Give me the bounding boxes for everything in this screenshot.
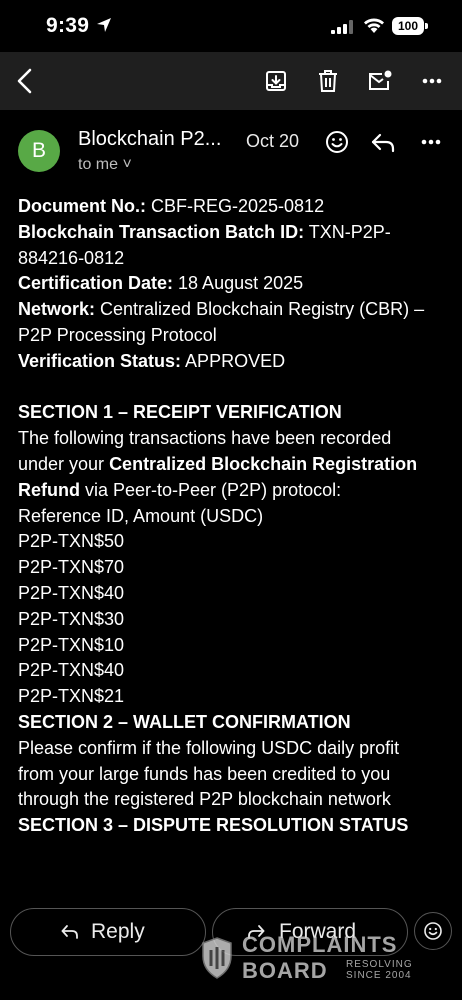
certification-date-value: 18 August 2025 xyxy=(173,273,304,294)
wifi-icon xyxy=(364,18,384,33)
certification-date-line: Certification Date: 18 August 2025 xyxy=(18,271,438,297)
recipient-toggle[interactable]: to me ˅ xyxy=(78,156,132,174)
back-icon[interactable] xyxy=(10,66,40,96)
status-bar: 9:39 100 xyxy=(0,0,462,52)
battery-level: 100 xyxy=(392,17,424,35)
cellular-signal-icon xyxy=(331,20,353,34)
network-label: Network: xyxy=(18,299,96,320)
document-number-label: Document No.: xyxy=(18,196,146,216)
watermark-tag-2: SINCE 2004 xyxy=(346,970,412,981)
section-3-title: SECTION 3 – DISPUTE RESOLUTION STATUS xyxy=(18,813,438,839)
section-2-text: Please confirm if the following USDC dai… xyxy=(18,737,400,810)
transaction-row: P2P-TXN$40 xyxy=(18,660,125,681)
email-toolbar xyxy=(0,52,462,110)
transaction-row: P2P-TXN$21 xyxy=(18,686,125,707)
section-2-heading: SECTION 2 – WALLET CONFIRMATION xyxy=(18,711,351,732)
document-number-line: Document No.: CBF-REG-2025-0812 xyxy=(18,194,438,220)
sender-avatar[interactable]: B xyxy=(18,130,60,172)
more-options-icon[interactable] xyxy=(417,66,447,96)
email-body: Document No.: CBF-REG-2025-0812 Blockcha… xyxy=(18,194,438,898)
trash-icon[interactable] xyxy=(313,66,343,96)
transaction-row: P2P-TXN$70 xyxy=(18,557,125,578)
shield-logo-icon xyxy=(202,937,232,979)
archive-icon[interactable] xyxy=(261,66,291,96)
watermark-line-1: COMPLAINTS xyxy=(242,932,398,957)
reply-button-label: Reply xyxy=(91,920,145,943)
watermark-tag-1: RESOLVING xyxy=(346,959,413,970)
reaction-button[interactable] xyxy=(414,912,452,950)
section-1-text: The following transactions have been rec… xyxy=(18,426,438,503)
network-line: Network: Centralized Blockchain Registry… xyxy=(18,297,438,349)
transaction-row: P2P-TXN$50 xyxy=(18,531,125,552)
transaction-row: P2P-TXN$10 xyxy=(18,634,125,655)
transaction-row: P2P-TXN$30 xyxy=(18,608,125,629)
section-3-heading: SECTION 3 – DISPUTE RESOLUTION STATUS xyxy=(18,815,409,836)
verification-status-value: APPROVED xyxy=(181,350,286,371)
certification-date-label: Certification Date: xyxy=(18,273,174,294)
sender-name[interactable]: Blockchain P2... xyxy=(78,128,221,151)
battery-tip xyxy=(425,23,428,29)
section-1-title: SECTION 1 – RECEIPT VERIFICATION xyxy=(18,400,438,426)
reply-icon[interactable] xyxy=(370,131,396,153)
verification-status-label: Verification Status: xyxy=(18,350,182,371)
reply-button-icon xyxy=(61,925,78,939)
section-1-heading: SECTION 1 – RECEIPT VERIFICATION xyxy=(18,402,342,423)
transaction-table-header: Reference ID, Amount (USDC) xyxy=(18,505,264,526)
emoji-icon xyxy=(424,922,442,940)
verification-status-line: Verification Status: APPROVED xyxy=(18,349,438,375)
document-number-value: CBF-REG-2025-0812 xyxy=(146,196,325,216)
watermark-line-2: BOARD xyxy=(242,958,328,983)
reply-button[interactable]: Reply xyxy=(10,908,206,956)
email-date: Oct 20 xyxy=(246,131,300,151)
location-arrow-icon xyxy=(97,18,111,32)
batch-id-line: Blockchain Transaction Batch ID: TXN-P2P… xyxy=(18,220,438,272)
section-2-title: SECTION 2 – WALLET CONFIRMATION xyxy=(18,710,438,736)
add-reaction-icon[interactable] xyxy=(324,129,350,155)
status-time: 9:39 xyxy=(46,14,90,37)
section-1-text-b: via Peer-to-Peer (P2P) protocol: xyxy=(80,479,342,500)
watermark-tagline: RESOLVING SINCE 2004 xyxy=(346,959,413,981)
batch-id-label: Blockchain Transaction Batch ID: xyxy=(18,221,305,242)
complaintsboard-watermark: COMPLAINTS BOARD RESOLVING SINCE 2004 xyxy=(200,932,414,984)
battery-indicator: 100 xyxy=(392,17,428,35)
message-more-icon[interactable] xyxy=(418,131,444,153)
mark-unread-icon[interactable] xyxy=(365,66,395,96)
transaction-row: P2P-TXN$40 xyxy=(18,582,125,603)
